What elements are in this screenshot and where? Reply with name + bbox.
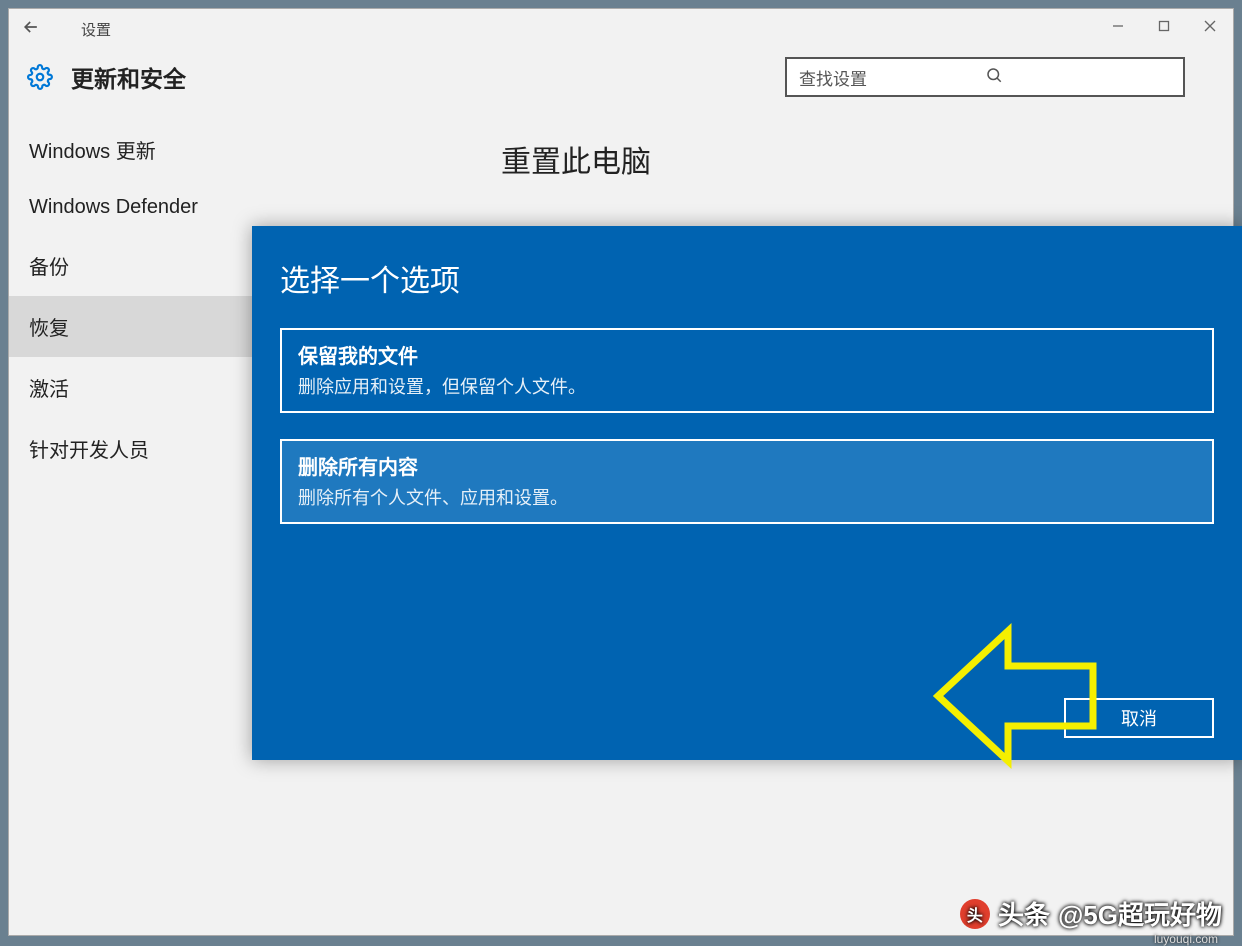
section-title: 更新和安全 — [71, 60, 186, 94]
app-name: 设置 — [81, 19, 111, 40]
option-remove-everything[interactable]: 删除所有内容 删除所有个人文件、应用和设置。 — [280, 439, 1214, 524]
search-placeholder: 查找设置 — [799, 65, 985, 90]
sidebar-item-label: 备份 — [29, 257, 69, 279]
option-desc: 删除应用和设置，但保留个人文件。 — [298, 373, 1196, 399]
option-title: 删除所有内容 — [298, 451, 1196, 480]
minimize-button[interactable] — [1095, 9, 1141, 43]
maximize-button[interactable] — [1141, 9, 1187, 43]
window-controls — [1095, 9, 1233, 43]
gear-icon — [27, 64, 53, 90]
sidebar-item-label: 恢复 — [29, 318, 69, 340]
close-button[interactable] — [1187, 9, 1233, 43]
option-title: 保留我的文件 — [298, 340, 1196, 369]
sidebar-item-label: Windows 更新 — [29, 141, 156, 163]
sidebar-item-windows-update[interactable]: Windows 更新 — [9, 119, 469, 180]
back-button[interactable] — [21, 17, 57, 42]
watermark-handle: @5G超玩好物 — [1058, 895, 1222, 932]
search-icon — [985, 66, 1171, 89]
sidebar-item-label: 针对开发人员 — [29, 440, 149, 462]
option-keep-files[interactable]: 保留我的文件 删除应用和设置，但保留个人文件。 — [280, 328, 1214, 413]
option-desc: 删除所有个人文件、应用和设置。 — [298, 484, 1196, 510]
reset-dialog: 选择一个选项 保留我的文件 删除应用和设置，但保留个人文件。 删除所有内容 删除… — [252, 226, 1242, 760]
sidebar-item-label: Windows Defender — [29, 196, 198, 218]
dialog-title: 选择一个选项 — [280, 256, 1214, 300]
watermark: 头 头条 @5G超玩好物 — [960, 895, 1222, 932]
watermark-logo-icon: 头 — [960, 899, 990, 929]
search-input[interactable]: 查找设置 — [785, 57, 1185, 97]
watermark-prefix: 头条 — [998, 895, 1050, 932]
cancel-button[interactable]: 取消 — [1064, 698, 1214, 738]
annotation-arrow-icon — [928, 621, 1098, 771]
page-heading: 重置此电脑 — [501, 137, 1201, 181]
titlebar: 设置 — [9, 9, 1233, 49]
header-row: 更新和安全 查找设置 — [9, 49, 1233, 115]
sidebar-item-label: 激活 — [29, 379, 69, 401]
cancel-label: 取消 — [1121, 705, 1157, 731]
